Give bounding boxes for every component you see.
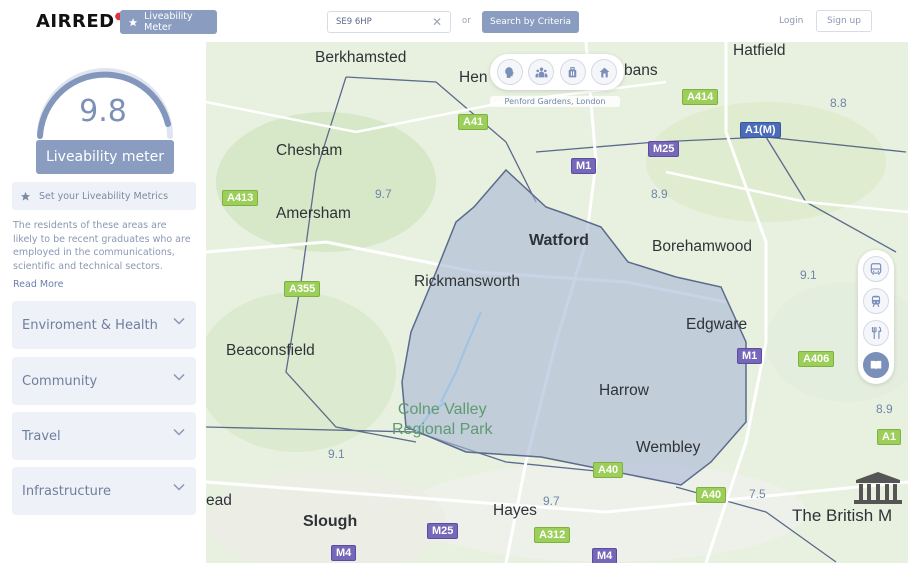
road-shield: A406 [798, 351, 835, 367]
road-shield: M4 [592, 548, 618, 563]
liveability-meter-label: Liveability Meter [144, 11, 193, 33]
area-score: 9.1 [328, 447, 345, 461]
town-label: ead [206, 492, 232, 509]
road-shield: A40 [696, 487, 727, 503]
section-label: Travel [22, 428, 61, 444]
or-separator: or [462, 16, 471, 26]
category-community-button[interactable] [528, 59, 555, 85]
search-by-criteria-button[interactable]: Search by Criteria [482, 11, 579, 33]
area-score: 8.9 [876, 402, 893, 416]
logo-text: AIRRED [36, 11, 115, 32]
area-description: The residents of these areas are likely … [13, 220, 191, 272]
road-shield: A355 [284, 281, 321, 297]
road-shield: A414 [682, 89, 719, 105]
restaurant-layer-button[interactable] [863, 320, 889, 346]
login-link[interactable]: Login [779, 16, 803, 26]
category-infrastructure-button[interactable] [591, 59, 618, 85]
area-score: 9.7 [375, 187, 392, 201]
museum-label: The British M [792, 506, 893, 525]
park-label-line: Regional Park [392, 421, 493, 438]
book-icon [870, 360, 882, 370]
star-icon [128, 17, 138, 26]
road-shield: A312 [534, 527, 571, 543]
town-label: Edgware [686, 316, 748, 333]
road-shield: M1 [571, 158, 597, 174]
chevron-down-icon [173, 373, 185, 381]
liveability-meter-button[interactable]: Liveability Meter [120, 10, 217, 34]
section-environment-health[interactable]: Enviroment & Health [12, 301, 196, 349]
home-icon [599, 67, 610, 77]
road-shield: A1(M) [740, 122, 781, 138]
chevron-down-icon [173, 317, 185, 325]
town-label: Hayes [493, 502, 537, 519]
area-score: 7.5 [749, 487, 766, 501]
section-label: Enviroment & Health [22, 317, 158, 333]
liveability-meter-title: Liveability meter [36, 140, 174, 174]
area-score: 8.9 [651, 187, 668, 201]
town-label: Hatfield [733, 42, 786, 59]
town-label: bans [624, 62, 658, 79]
clear-icon[interactable]: ✕ [432, 15, 442, 29]
section-label: Community [22, 373, 98, 389]
top-bar: AIRRED● Liveability Meter SE9 6HP ✕ or S… [0, 0, 908, 42]
fork-knife-icon [871, 326, 882, 339]
park-label: Colne Valley Regional Park [392, 400, 493, 440]
town-label: Beaconsfield [226, 342, 315, 359]
road-shield: A1 [877, 429, 902, 445]
selected-address: Penford Gardens, London [490, 96, 620, 107]
road-shield: M25 [427, 523, 459, 539]
map-layer-controls [858, 250, 894, 384]
head-icon [505, 66, 515, 78]
area-score: 9.7 [543, 494, 560, 508]
town-label: Watford [529, 232, 589, 249]
liveability-score: 9.8 [79, 94, 127, 129]
train-icon [871, 295, 881, 308]
road-shield: A40 [593, 462, 624, 478]
section-community[interactable]: Community [12, 357, 196, 405]
town-label: Borehamwood [652, 238, 752, 255]
town-label: Amersham [276, 205, 351, 222]
section-label: Infrastructure [22, 483, 111, 499]
road-shield: A41 [458, 114, 489, 130]
road-shield: M4 [331, 545, 357, 561]
town-label: Hen [459, 69, 488, 86]
museum-icon [854, 472, 902, 504]
town-label: Berkhamsted [315, 49, 407, 66]
map-base [206, 42, 908, 563]
category-travel-button[interactable] [559, 59, 586, 85]
luggage-icon [568, 66, 577, 77]
map-view[interactable]: Berkhamsted Hen bans Hatfield Chesham Am… [206, 42, 908, 563]
road-shield: M25 [648, 141, 680, 157]
sidebar: 9.8 Liveability meter Set your Liveabili… [0, 42, 206, 563]
set-metrics-button[interactable]: Set your Liveability Metrics [12, 182, 196, 210]
town-label: Slough [303, 513, 358, 530]
town-label: Wembley [636, 439, 701, 456]
read-more-link[interactable]: Read More [13, 279, 63, 290]
search-value: SE9 6HP [336, 17, 372, 27]
town-label: Rickmansworth [414, 273, 520, 290]
star-icon [20, 191, 31, 201]
town-label: Harrow [599, 382, 649, 399]
chevron-down-icon [173, 483, 185, 491]
category-health-button[interactable] [496, 59, 523, 85]
train-layer-button[interactable] [863, 288, 889, 314]
area-score: 9.1 [800, 268, 817, 282]
people-icon [535, 67, 548, 77]
book-layer-button[interactable] [863, 352, 889, 378]
category-filter-bar [490, 54, 624, 90]
bus-icon [870, 263, 882, 275]
road-shield: A413 [222, 190, 259, 206]
town-label: Chesham [276, 142, 343, 159]
signup-button[interactable]: Sign up [816, 10, 872, 32]
road-shield: M1 [737, 348, 763, 364]
area-score: 8.8 [830, 96, 847, 110]
set-metrics-label: Set your Liveability Metrics [39, 190, 169, 202]
postcode-search-input[interactable]: SE9 6HP ✕ [327, 11, 451, 33]
chevron-down-icon [173, 428, 185, 436]
park-label-line: Colne Valley [397, 401, 487, 418]
logo[interactable]: AIRRED● [36, 11, 124, 32]
bus-layer-button[interactable] [863, 256, 889, 282]
section-travel[interactable]: Travel [12, 412, 196, 460]
section-infrastructure[interactable]: Infrastructure [12, 467, 196, 515]
